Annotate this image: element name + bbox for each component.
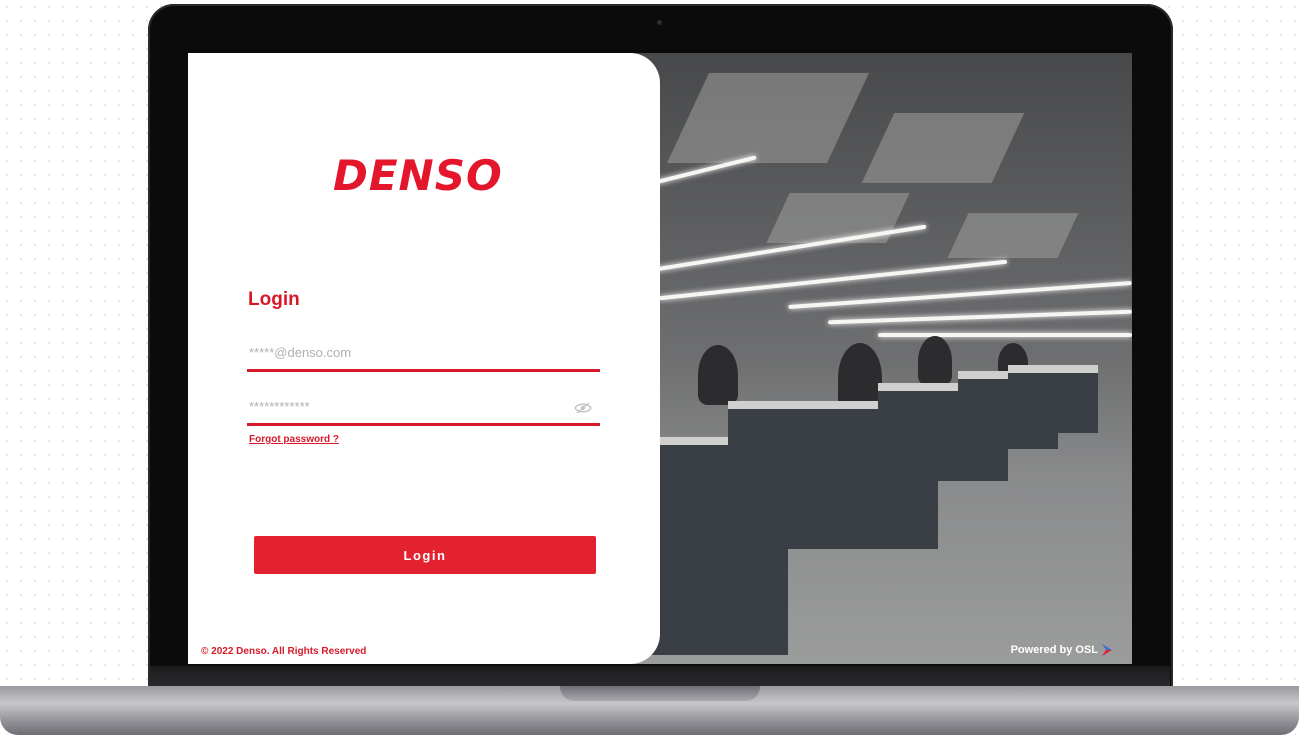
light-bar [828, 309, 1132, 325]
light-bar [788, 281, 1132, 309]
email-input[interactable] [247, 343, 569, 360]
ceiling-panel [861, 113, 1025, 183]
email-field [247, 343, 600, 372]
copyright-text: © 2022 Denso. All Rights Reserved [201, 646, 367, 657]
office-photo: Powered by OSL [628, 53, 1132, 664]
password-input[interactable] [247, 397, 569, 414]
ceiling-panel [947, 213, 1079, 258]
login-button[interactable]: Login [254, 536, 596, 574]
laptop-hinge [150, 666, 1170, 688]
laptop-base-notch [560, 686, 760, 701]
screen: Powered by OSL DENSO Login Forgot passwo… [188, 53, 1132, 664]
camera-dot [657, 20, 662, 25]
ceiling-panel [667, 73, 869, 163]
powered-by-text: Powered by OSL [1010, 644, 1098, 656]
person [698, 345, 738, 405]
forgot-password-link[interactable]: Forgot password ? [249, 434, 339, 445]
light-bar [878, 333, 1132, 337]
osl-logo-icon [1102, 644, 1112, 656]
desk [1008, 365, 1098, 433]
login-title: Login [248, 289, 300, 310]
ceiling-panel [766, 193, 910, 243]
password-field [247, 397, 600, 426]
eye-slash-icon[interactable] [574, 402, 592, 414]
person [918, 336, 952, 386]
login-card: DENSO Login Forgot password ? Login © 20… [188, 53, 660, 664]
powered-by-credit: Powered by OSL [1011, 644, 1112, 656]
brand-logo: DENSO [333, 151, 503, 200]
